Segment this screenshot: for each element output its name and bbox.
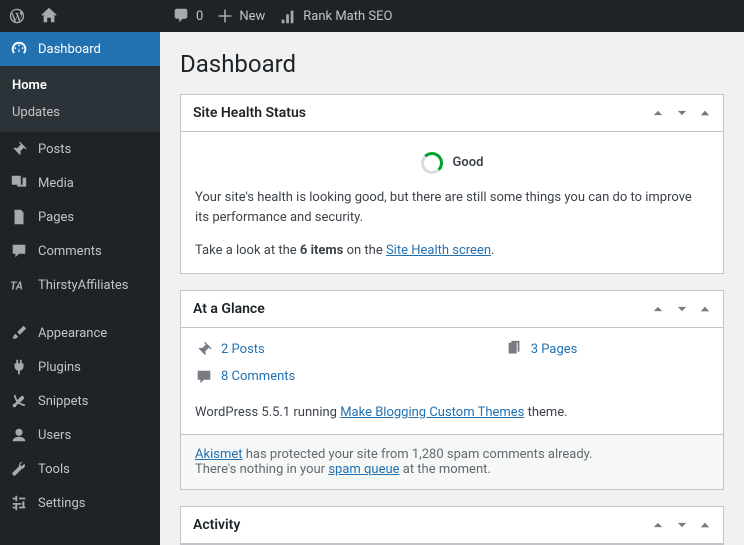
move-up-icon[interactable] [651,106,665,120]
plugin-icon [10,358,28,376]
page-icon [10,208,28,226]
sidebar-label: Tools [38,462,70,477]
akismet-link[interactable]: Akismet [195,447,243,462]
glance-comments-text: 8 Comments [221,367,295,387]
sidebar-item-media[interactable]: Media [0,166,160,200]
activity-title: Activity [193,517,240,533]
sidebar-label: Plugins [38,360,81,375]
rankmath-link[interactable]: Rank Math SEO [279,7,392,25]
move-down-icon[interactable] [675,106,689,120]
dashboard-icon [10,40,28,58]
sidebar-label: Comments [38,244,102,259]
comments-count: 0 [196,9,203,24]
sidebar-label: ThirstyAffiliates [38,278,128,293]
sidebar-label: Dashboard [38,42,101,57]
sidebar-item-snippets[interactable]: Snippets [0,384,160,418]
sidebar-item-tools[interactable]: Tools [0,452,160,486]
comment-icon [10,242,28,260]
sidebar-item-dashboard[interactable]: Dashboard [0,32,160,66]
pin-icon [195,340,213,358]
move-up-icon[interactable] [651,302,665,316]
home-icon[interactable] [40,7,58,25]
health-status: Good [453,153,484,173]
health-items-line: Take a look at the 6 items on the Site H… [195,241,709,261]
health-circle-icon [421,152,443,174]
glance-comments-link[interactable]: 8 Comments [195,367,295,387]
snippets-icon [10,392,28,410]
sidebar-label: Appearance [38,326,107,341]
brush-icon [10,324,28,342]
thirsty-icon: TA [10,276,28,294]
comments-link[interactable]: 0 [172,7,203,25]
health-items-count: 6 items [300,243,344,258]
new-label: New [239,9,265,24]
move-down-icon[interactable] [675,302,689,316]
pages-icon [505,340,523,358]
health-description: Your site's health is looking good, but … [195,188,709,227]
wp-version-line: WordPress 5.5.1 running Make Blogging Cu… [195,395,709,423]
wp-logo[interactable] [8,7,26,25]
comment-icon [195,368,213,386]
site-health-screen-link[interactable]: Site Health screen [386,243,491,258]
site-health-panel: Site Health Status Good Your site's heal… [180,94,724,274]
activity-panel: Activity [180,506,724,545]
move-up-icon[interactable] [651,518,665,532]
sliders-icon [10,494,28,512]
sidebar-item-settings[interactable]: Settings [0,486,160,520]
sidebar-item-plugins[interactable]: Plugins [0,350,160,384]
glance-posts-link[interactable]: 2 Posts [195,340,265,360]
akismet-box: Akismet has protected your site from 1,2… [181,434,723,489]
at-a-glance-panel: At a Glance 2 Posts 3 Pages 8 Comments W… [180,290,724,491]
sidebar-item-pages[interactable]: Pages [0,200,160,234]
sidebar-item-comments[interactable]: Comments [0,234,160,268]
page-title: Dashboard [180,50,724,78]
sidebar-label: Settings [38,496,85,511]
media-icon [10,174,28,192]
spam-queue-link[interactable]: spam queue [328,462,399,477]
sidebar-label: Snippets [38,394,89,409]
sidebar-label: Media [38,176,74,191]
sidebar-item-users[interactable]: Users [0,418,160,452]
wrench-icon [10,460,28,478]
glance-title: At a Glance [193,301,265,317]
new-link[interactable]: New [217,8,265,24]
collapse-icon[interactable] [699,107,711,119]
glance-pages-text: 3 Pages [531,340,578,360]
rankmath-label: Rank Math SEO [303,9,392,24]
sidebar-label: Users [38,428,71,443]
sidebar-sub-updates[interactable]: Updates [0,99,160,126]
sidebar-label: Posts [38,142,71,157]
collapse-icon[interactable] [699,519,711,531]
sidebar-sub-home[interactable]: Home [0,72,160,99]
svg-text:TA: TA [10,280,23,293]
sidebar-item-appearance[interactable]: Appearance [0,316,160,350]
glance-posts-text: 2 Posts [221,340,265,360]
move-down-icon[interactable] [675,518,689,532]
theme-link[interactable]: Make Blogging Custom Themes [340,405,524,420]
glance-pages-link[interactable]: 3 Pages [505,340,578,360]
sidebar-label: Pages [38,210,74,225]
site-health-title: Site Health Status [193,105,306,121]
sidebar-item-posts[interactable]: Posts [0,132,160,166]
pin-icon [10,140,28,158]
user-icon [10,426,28,444]
sidebar-item-thirsty[interactable]: TA ThirstyAffiliates [0,268,160,302]
collapse-icon[interactable] [699,303,711,315]
health-indicator: Good [195,152,709,174]
